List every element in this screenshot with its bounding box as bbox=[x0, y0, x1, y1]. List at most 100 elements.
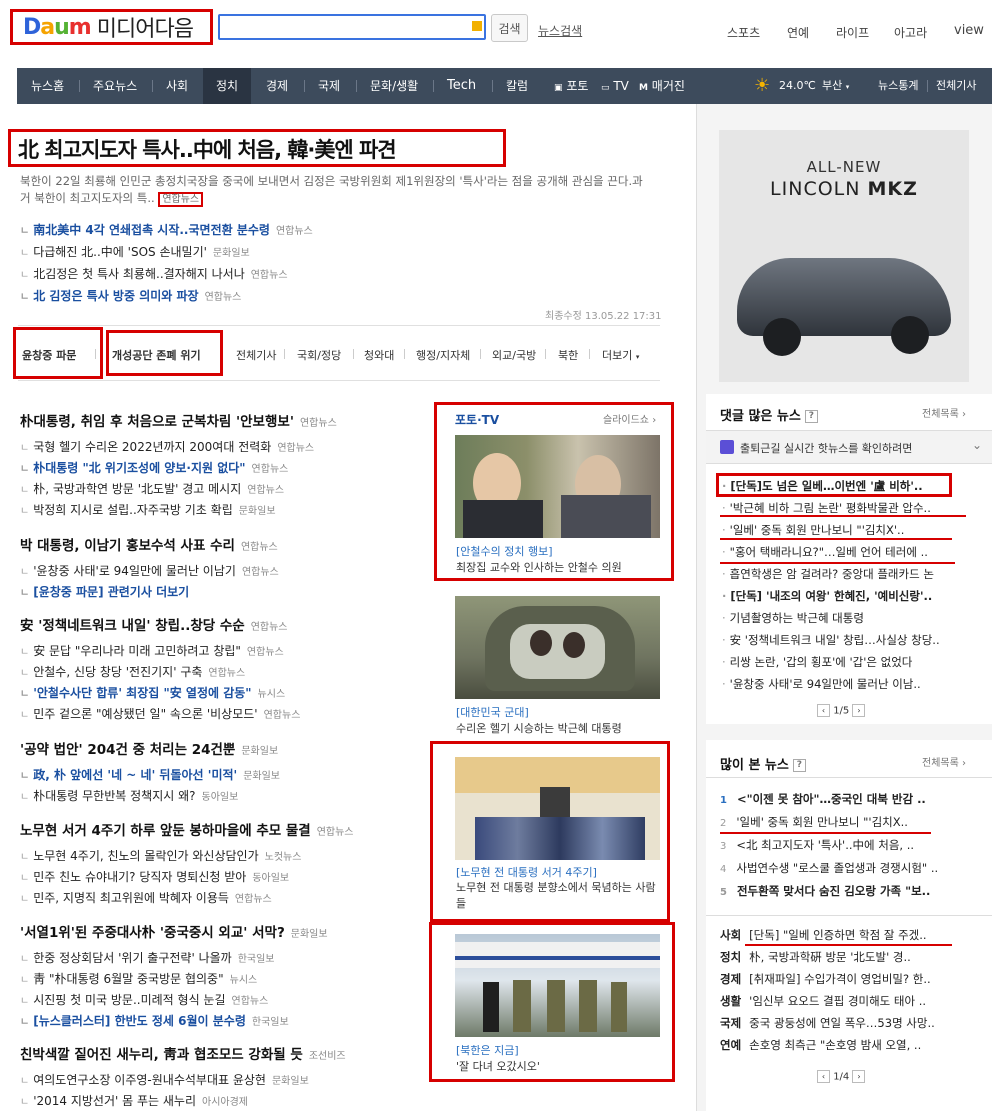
news-sub-item[interactable]: ㄴ安 문답 "우리나라 미래 고민하려고 창립" 연합뉴스 bbox=[20, 642, 284, 659]
headline-sub-4[interactable]: ㄴ北 김정은 특사 방중 의미와 파장 연합뉴스 bbox=[20, 287, 241, 304]
news-sub-item[interactable]: ㄴ '안철수사단 합류' 최장집 "安 열정에 감동" 뉴시스 bbox=[20, 684, 285, 701]
popular-news-item[interactable]: 2 '일베' 중독 회원 만나보니 "'김치X.. bbox=[720, 814, 970, 830]
news-sub-item[interactable]: ㄴ朴대통령 무한반복 정책지시 왜? 동아일보 bbox=[20, 787, 238, 804]
nav-culture[interactable]: 문화/생활 bbox=[370, 68, 418, 104]
popular-news-item[interactable]: 3 <北 최고지도자 '특사'..中에 처음, .. bbox=[720, 837, 970, 853]
news-headline[interactable]: 박 대통령, 이남기 홍보수석 사표 수리 연합뉴스 bbox=[20, 534, 278, 554]
help-icon[interactable]: ? bbox=[792, 759, 806, 772]
popular-news-item[interactable]: 4 사법연수생 "로스쿨 졸업생과 경쟁시험" .. bbox=[720, 860, 970, 876]
news-sub-item[interactable]: ㄴ [뉴스클러스터] 한반도 정세 6월이 분수령 한국일보 bbox=[20, 1012, 289, 1029]
tab-more[interactable]: 더보기 ▾ bbox=[602, 347, 639, 363]
nav-news-home[interactable]: 뉴스홈 bbox=[31, 68, 64, 104]
news-sub-item[interactable]: ㄴ 박정희 지시로 설립..자주국방 기초 확립 문화일보 bbox=[20, 501, 276, 518]
comment-news-item[interactable]: · '일베' 중독 회원 만나보니 "'김치X'.. bbox=[722, 522, 962, 538]
tab-gaesong[interactable]: 개성공단 존폐 위기 bbox=[112, 347, 201, 363]
news-sub-item[interactable]: ㄴ朴, 국방과학연 방문 '北도발' 경고 메시지 연합뉴스 bbox=[20, 480, 284, 497]
nav-society[interactable]: 사회 bbox=[166, 68, 188, 104]
news-sub-item[interactable]: ㄴ 민주, 지명직 최고위원에 박혜자 이용득 연합뉴스 bbox=[20, 889, 272, 906]
news-sub-item[interactable]: ㄴ '윤창중 사태'로 94일만에 물러난 이남기 연합뉴스 bbox=[20, 562, 279, 579]
news-sub-item[interactable]: ㄴ 시진핑 첫 미국 방문..미례적 형식 눈길 연합뉴스 bbox=[20, 991, 268, 1008]
comment-news-item[interactable]: · "홍어 택배라니요?"…일베 언어 테러에 .. bbox=[722, 544, 962, 560]
nav-international[interactable]: 국제 bbox=[318, 68, 340, 104]
news-headline[interactable]: 朴대통령, 취임 후 처음으로 군복차림 '안보행보' 연합뉴스 bbox=[20, 410, 337, 430]
news-headline[interactable]: 安 '정책네트워크 내일' 창립..창당 수순 연합뉴스 bbox=[20, 614, 288, 634]
photo-caption-2[interactable]: 수리온 헬기 시승하는 박근혜 대통령 bbox=[456, 720, 622, 736]
comment-news-item[interactable]: · '박근혜 비하 그림 논란' 평화박물관 압수.. bbox=[722, 500, 962, 516]
popular-title[interactable]: 많이 본 뉴스? bbox=[720, 754, 806, 773]
news-sub-item[interactable]: ㄴ 노무현 4주기, 친노의 몰락인가 와신상담인가 노컷뉴스 bbox=[20, 847, 301, 864]
news-headline[interactable]: '서열1위'된 주중대사朴 '중국중시 외교' 서막? 문화일보 bbox=[20, 921, 328, 941]
top-link-view[interactable]: view bbox=[954, 23, 984, 38]
photo-tag-2[interactable]: [대한민국 군대] bbox=[456, 704, 529, 720]
prev-icon[interactable]: ‹ bbox=[817, 1070, 830, 1083]
tab-assembly[interactable]: 국회/정당 bbox=[297, 347, 341, 363]
news-sub-item[interactable]: ㄴ朴대통령 "北 위기조성에 양보·지원 없다" 연합뉴스 bbox=[20, 459, 288, 476]
headline-source[interactable]: 연합뉴스 bbox=[158, 192, 204, 207]
comments-title[interactable]: 댓글 많은 뉴스? bbox=[720, 405, 818, 424]
search-input[interactable] bbox=[218, 14, 486, 40]
lincoln-ad[interactable]: ALL-NEW LINCOLN MKZ bbox=[719, 130, 969, 382]
tab-bluehouse[interactable]: 청와대 bbox=[364, 347, 394, 363]
news-sub-item[interactable]: ㄴ靑 "朴대통령 6월말 중국방문 협의중" 뉴시스 bbox=[20, 970, 257, 987]
nav-top-news[interactable]: 주요뉴스 bbox=[93, 68, 137, 104]
comment-news-item[interactable]: · 리쌍 논란, '갑의 횡포'에 '갑'은 없었다 bbox=[722, 654, 962, 670]
comment-news-item[interactable]: · 흡연학생은 암 걸려라? 중앙대 플래카드 논 bbox=[722, 566, 962, 582]
news-sub-item[interactable]: ㄴ 민주 겉으론 "예상됐던 일" 속으론 '비상모드' 연합뉴스 bbox=[20, 705, 300, 722]
news-sub-item[interactable]: ㄴ 안철수, 신당 창당 '전진기지' 구축 연합뉴스 bbox=[20, 663, 245, 680]
section-news-item[interactable]: 경제 [취재파일] 수입가격이 영업비밀? 한.. bbox=[720, 971, 970, 987]
section-news-item[interactable]: 연예 손호영 최측근 "손호영 밤새 오열, .. bbox=[720, 1037, 970, 1053]
nav-all-articles[interactable]: 전체기사 bbox=[936, 68, 976, 104]
popular-news-item[interactable]: 5 전두환쪽 맞서다 숨진 김오랑 가족 "보.. bbox=[720, 883, 970, 899]
comments-more[interactable]: 전체목록 › bbox=[922, 405, 966, 420]
headline-sub-2[interactable]: ㄴ 다급해진 北..中에 'SOS 손내밀기' 문화일보 bbox=[20, 243, 250, 260]
comment-news-item[interactable]: · '윤창중 사태'로 94일만에 물러난 이남.. bbox=[722, 676, 962, 692]
next-icon[interactable]: › bbox=[852, 1070, 866, 1083]
headline-sub-1[interactable]: ㄴ南北美中 4각 연쇄접촉 시작..국면전환 분수령 연합뉴스 bbox=[20, 221, 313, 238]
news-sub-item[interactable]: ㄴ 한중 정상회담서 '위기 출구전략' 나올까 한국일보 bbox=[20, 949, 275, 966]
comment-news-item[interactable]: · 기념촬영하는 박근혜 대통령 bbox=[722, 610, 962, 626]
news-headline[interactable]: 친박색깔 짙어진 새누리, 靑과 협조모드 강화될 듯 조선비즈 bbox=[20, 1043, 346, 1063]
photo-tag-1[interactable]: [안철수의 정치 행보] bbox=[456, 543, 553, 559]
tab-all-articles[interactable]: 전체기사 bbox=[236, 347, 276, 363]
top-link-entertainment[interactable]: 연예 bbox=[787, 24, 809, 41]
comment-news-item[interactable]: · [단독] '내조의 여왕' 한혜진, '예비신랑'.. bbox=[722, 588, 962, 604]
search-button[interactable]: 검색 bbox=[491, 14, 528, 42]
section-news-item[interactable]: 생활 '임신부 요오드 결핍 경미해도 태아 .. bbox=[720, 993, 970, 1009]
nav-column[interactable]: 칼럼 bbox=[506, 68, 528, 104]
news-sub-item[interactable]: ㄴ 국형 헬기 수리온 2022년까지 200여대 전력화 연합뉴스 bbox=[20, 438, 314, 455]
popular-more[interactable]: 전체목록 › bbox=[922, 754, 966, 769]
news-sub-item[interactable]: ㄴ政, 朴 앞에선 '네 ~ 네' 뒤돌아선 '미적' 문화일보 bbox=[20, 766, 280, 783]
news-headline[interactable]: '공약 법안' 204건 중 처리는 24건뿐 문화일보 bbox=[20, 738, 278, 758]
section-news-item[interactable]: 국제 중국 광둥성에 연일 폭우…53명 사망.. bbox=[720, 1015, 970, 1031]
headline-sub-3[interactable]: ㄴ北김정은 첫 특사 최룡해..결자해지 나서나 연합뉴스 bbox=[20, 265, 288, 282]
popular-news-item[interactable]: 1 <"이젠 못 참아"…중국인 대북 반감 .. bbox=[720, 791, 970, 807]
news-sub-item[interactable]: ㄴ [윤창중 파문] 관련기사 더보기 bbox=[20, 583, 195, 600]
photo-ahn-choi[interactable] bbox=[455, 435, 660, 538]
nav-politics[interactable]: 정치 bbox=[203, 68, 251, 104]
nav-tv[interactable]: ▭ TV bbox=[601, 68, 629, 104]
section-news-item[interactable]: 정치 朴, 국방과학硏 방문 '北도발' 경.. bbox=[720, 949, 970, 965]
comment-news-item[interactable]: · [단독]도 넘은 일베…이번엔 '盧 비하'.. bbox=[722, 478, 962, 494]
prev-icon[interactable]: ‹ bbox=[817, 704, 830, 717]
nav-economy[interactable]: 경제 bbox=[266, 68, 288, 104]
news-search-link[interactable]: 뉴스검색 bbox=[538, 22, 582, 39]
top-link-life[interactable]: 라이프 bbox=[836, 24, 869, 41]
tab-yoon-scandal[interactable]: 윤창중 파문 bbox=[22, 347, 76, 363]
photo-caption-4[interactable]: '잘 다녀 오갔시오' bbox=[456, 1058, 540, 1074]
nav-magazine[interactable]: M 매거진 bbox=[639, 68, 685, 104]
tab-north-korea[interactable]: 북한 bbox=[558, 347, 578, 363]
tab-admin[interactable]: 행정/지자체 bbox=[416, 347, 470, 363]
section-news-item[interactable]: 사회 [단독] "일베 인증하면 학점 잘 주겠.. bbox=[720, 927, 970, 943]
headline-title[interactable]: 北 최고지도자 특사..中에 처음, 韓·美엔 파견 bbox=[18, 134, 397, 164]
photo-north-korea[interactable] bbox=[455, 934, 660, 1037]
top-link-agora[interactable]: 아고라 bbox=[894, 24, 927, 41]
photo-tag-3[interactable]: [노무현 전 대통령 서거 4주기] bbox=[456, 864, 597, 880]
nav-tech[interactable]: Tech bbox=[447, 68, 476, 104]
hotnews-banner[interactable]: 출퇴근길 실시간 핫뉴스를 확인하려면 ⌄ bbox=[706, 430, 992, 464]
tab-diplomacy[interactable]: 외교/국방 bbox=[492, 347, 536, 363]
help-icon[interactable]: ? bbox=[804, 410, 818, 423]
news-headline[interactable]: 노무현 서거 4주기 하루 앞둔 봉하마을에 추모 물결 연합뉴스 bbox=[20, 819, 354, 839]
nav-photo[interactable]: ▣ 포토 bbox=[554, 68, 588, 104]
nav-news-stats[interactable]: 뉴스통계 bbox=[878, 68, 918, 104]
news-sub-item[interactable]: ㄴ 민주 친노 슈야내기? 당직자 명퇴신청 받아 동아일보 bbox=[20, 868, 289, 885]
